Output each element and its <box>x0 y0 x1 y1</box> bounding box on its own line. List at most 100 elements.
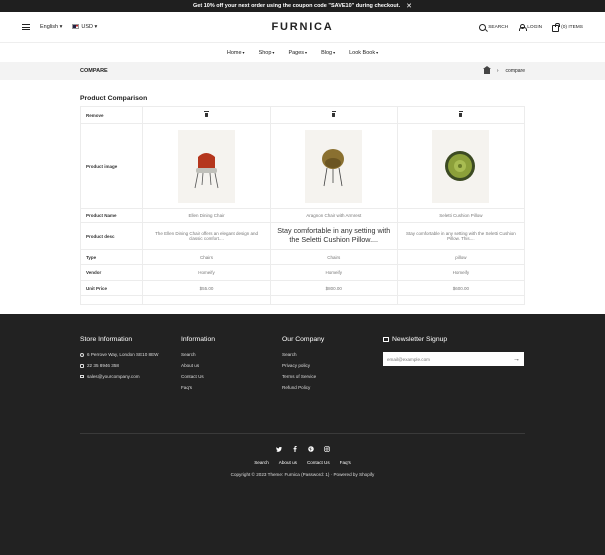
footer-information: Information Search About us Contact Us F… <box>181 336 282 396</box>
envelope-icon <box>383 337 389 342</box>
cart-button[interactable]: (0) ITEMS <box>552 22 583 32</box>
product-name[interactable]: Ellen Dining Chair <box>142 208 271 223</box>
breadcrumb-bar: COMPARE › compare <box>0 62 605 80</box>
search-button[interactable]: SEARCH <box>479 23 508 31</box>
main-nav: Home▾ Shop▾ Pages▾ Blog▾ Look Book▾ <box>0 42 605 62</box>
row-label: Vendor <box>79 264 144 281</box>
footer-link[interactable]: Terms of Service <box>282 374 383 379</box>
table-row: Remove <box>79 106 526 124</box>
table-row: Product desc The Ellen Dining Chair offe… <box>79 222 526 250</box>
product-desc: Stay comfortable in any setting with the… <box>396 222 526 250</box>
product-image-olive-chair[interactable] <box>305 129 363 203</box>
breadcrumb-separator: › <box>496 68 499 74</box>
breadcrumb: › compare <box>482 65 525 74</box>
product-vendor: Homeify <box>396 264 526 281</box>
footer-bottom-link[interactable]: Search <box>254 460 269 465</box>
close-icon[interactable]: ✕ <box>406 2 412 10</box>
site-header: English ▾ USD ▾ FURNICA SEARCH LOGIN (0)… <box>0 12 605 42</box>
product-name[interactable]: Seletti Cushion Pillow <box>396 208 526 223</box>
trash-icon[interactable] <box>331 111 336 117</box>
site-footer: Store Information 6 Perrove Way, London … <box>0 314 605 555</box>
footer-heading: Information <box>181 336 216 343</box>
product-type: Chairs <box>142 249 271 265</box>
search-icon <box>479 23 487 31</box>
page-title: COMPARE <box>80 68 108 74</box>
twitter-icon[interactable] <box>275 446 282 452</box>
location-icon <box>80 352 84 357</box>
footer-link[interactable]: Refund Policy <box>282 385 383 390</box>
table-row: Vendor Homeify Homeify Homeify <box>79 264 526 281</box>
newsletter-form: → <box>383 352 524 366</box>
copyright-text: Copyright © 2023 Theme: Furnica (Passwor… <box>230 472 375 477</box>
social-links <box>80 446 525 452</box>
compare-table: Remove Product image Product Name Ellen … <box>79 106 526 305</box>
row-label: Type <box>79 249 144 265</box>
table-row: Product image <box>79 123 526 209</box>
product-type: Chairs <box>269 249 398 265</box>
shopping-bag-icon <box>552 22 560 32</box>
footer-link[interactable]: Faq's <box>181 385 282 390</box>
announcement-text: Get 10% off your next order using the co… <box>193 3 401 9</box>
footer-bottom-link[interactable]: Contact Us <box>307 460 330 465</box>
pinterest-icon[interactable] <box>307 446 314 452</box>
product-price: $55.00 <box>142 280 271 296</box>
facebook-icon[interactable] <box>292 446 298 452</box>
footer-link[interactable]: Privacy policy <box>282 363 383 368</box>
language-selector[interactable]: English ▾ <box>40 24 62 30</box>
footer-heading: Newsletter Signup <box>383 336 525 343</box>
store-address: 6 Perrove Way, London SE10 8EW <box>80 352 181 357</box>
arrow-right-icon[interactable]: → <box>513 356 520 363</box>
product-image-red-chair[interactable] <box>178 129 236 203</box>
login-button[interactable]: LOGIN <box>518 23 542 31</box>
product-price: $600.00 <box>396 280 526 296</box>
instagram-icon[interactable] <box>323 446 330 452</box>
phone-icon <box>80 363 84 368</box>
table-row <box>79 295 526 305</box>
product-desc: Stay comfortable in any setting with the… <box>269 222 398 250</box>
nav-item-blog[interactable]: Blog▾ <box>321 50 335 56</box>
table-row: Type Chairs Chairs pillow <box>79 249 526 265</box>
row-label: Remove <box>79 106 144 124</box>
product-price: $800.00 <box>269 280 398 296</box>
table-row: Product Name Ellen Dining Chair Aragnon … <box>79 208 526 223</box>
breadcrumb-current: compare <box>505 68 525 74</box>
footer-bottom-link[interactable]: Faq's <box>340 460 351 465</box>
footer-heading: Our Company <box>282 336 325 343</box>
row-label: Product desc <box>79 222 144 250</box>
footer-heading: Store Information <box>80 336 133 343</box>
footer-store-info: Store Information 6 Perrove Way, London … <box>80 336 181 396</box>
compare-section: Product Comparison Remove Product image <box>0 80 605 314</box>
footer-newsletter: Newsletter Signup → <box>383 336 525 396</box>
trash-icon[interactable] <box>204 111 209 117</box>
compare-heading: Product Comparison <box>80 95 148 102</box>
nav-item-pages[interactable]: Pages▾ <box>288 50 307 56</box>
announcement-bar: Get 10% off your next order using the co… <box>0 0 605 12</box>
store-email[interactable]: sales@yourcompany.com <box>80 374 181 379</box>
product-type: pillow <box>396 249 526 265</box>
home-icon[interactable] <box>482 65 491 74</box>
footer-link[interactable]: Contact Us <box>181 374 282 379</box>
user-icon <box>518 23 527 31</box>
product-vendor: Homeify <box>142 264 271 281</box>
footer-bottom-link[interactable]: About us <box>279 460 297 465</box>
footer-link[interactable]: Search <box>282 352 383 357</box>
product-vendor: Homeify <box>269 264 398 281</box>
nav-item-shop[interactable]: Shop▾ <box>259 50 275 56</box>
product-image-round-cushion[interactable] <box>432 129 490 203</box>
mail-icon <box>80 375 84 378</box>
currency-selector[interactable]: USD ▾ <box>72 24 97 30</box>
trash-icon[interactable] <box>458 111 463 117</box>
footer-link[interactable]: Search <box>181 352 282 357</box>
table-row: Unit Price $55.00 $800.00 $600.00 <box>79 280 526 296</box>
store-phone: 22 35 8946 358 <box>80 363 181 368</box>
hamburger-menu-icon[interactable] <box>22 24 30 30</box>
row-label: Unit Price <box>79 280 144 296</box>
newsletter-email-input[interactable] <box>387 356 513 362</box>
footer-company: Our Company Search Privacy policy Terms … <box>282 336 383 396</box>
row-label: Product Name <box>79 208 144 223</box>
product-desc: The Ellen Dining Chair offers an elegant… <box>142 222 271 250</box>
product-name[interactable]: Aragnon Chair with Armrest <box>269 208 398 223</box>
nav-item-look-book[interactable]: Look Book▾ <box>349 50 378 56</box>
footer-link[interactable]: About us <box>181 363 282 368</box>
nav-item-home[interactable]: Home▾ <box>227 50 245 56</box>
